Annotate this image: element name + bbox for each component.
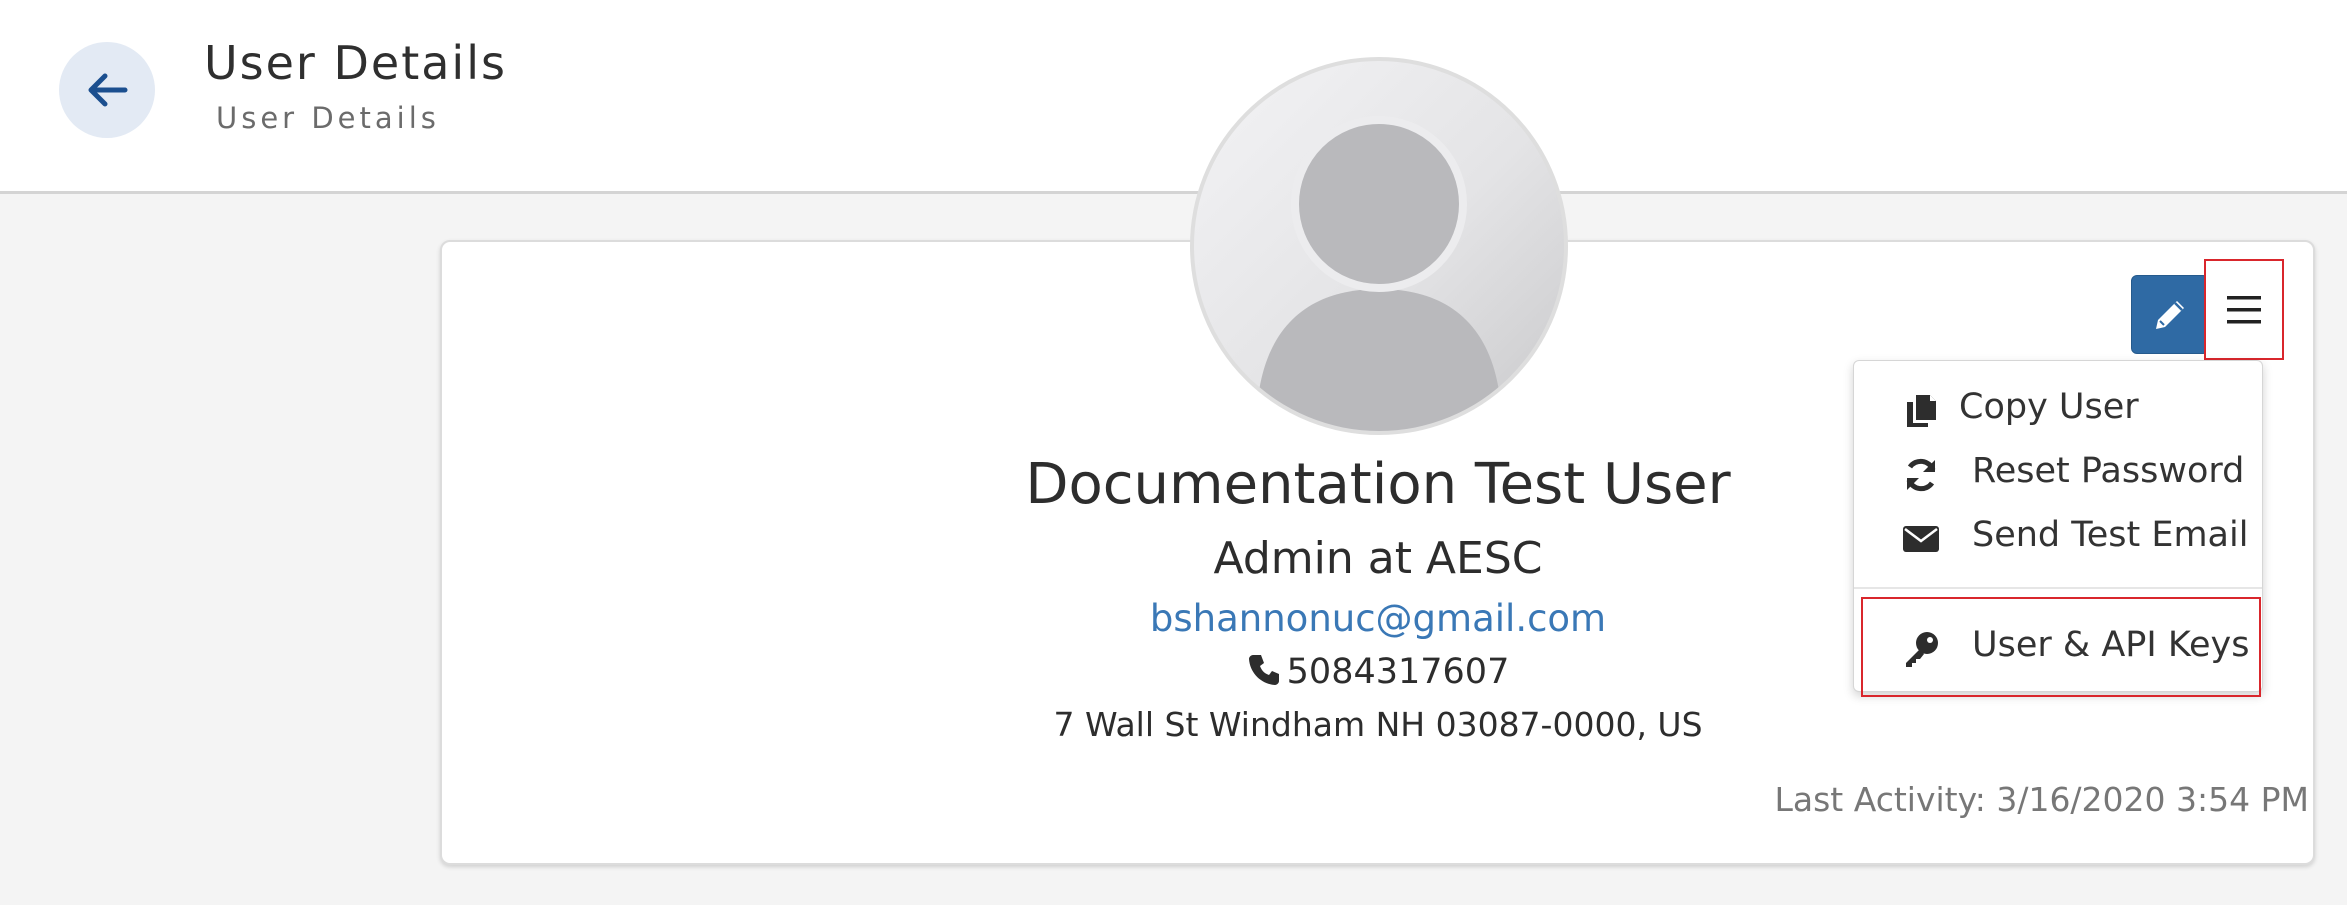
page-title: User Details xyxy=(204,36,507,90)
actions-dropdown: Copy User Reset Password Send Test Email xyxy=(1853,360,2264,697)
copy-icon xyxy=(1901,391,1941,431)
arrow-left-icon xyxy=(88,73,128,107)
user-placeholder-icon xyxy=(1256,116,1502,431)
phone-icon xyxy=(1247,653,1281,696)
refresh-icon xyxy=(1901,455,1941,495)
menu-item-reset-password[interactable]: Reset Password xyxy=(1854,443,2264,503)
menu-divider xyxy=(1854,587,2262,589)
user-address: 7 Wall St Windham NH 03087-0000, US xyxy=(1053,705,1703,744)
menu-item-send-test-email[interactable]: Send Test Email xyxy=(1854,507,2264,567)
pencil-icon xyxy=(2156,300,2184,329)
user-phone-number: 5084317607 xyxy=(1286,652,1510,692)
page-subtitle: User Details xyxy=(216,101,440,135)
top-bar: User Details User Details xyxy=(0,0,2347,194)
highlight-box xyxy=(1861,597,2261,697)
last-activity: Last Activity: 3/16/2020 3:54 PM xyxy=(1774,780,2309,819)
menu-item-label: Reset Password xyxy=(1972,451,2245,491)
menu-item-label: Send Test Email xyxy=(1972,515,2249,555)
edit-button[interactable] xyxy=(2131,275,2209,354)
envelope-icon xyxy=(1901,519,1941,559)
menu-item-label: Copy User xyxy=(1959,387,2139,427)
avatar xyxy=(1190,57,1568,435)
back-button[interactable] xyxy=(59,42,155,138)
menu-button[interactable] xyxy=(2204,259,2284,360)
hamburger-icon xyxy=(2227,295,2261,323)
menu-item-copy-user[interactable]: Copy User xyxy=(1854,379,2264,439)
